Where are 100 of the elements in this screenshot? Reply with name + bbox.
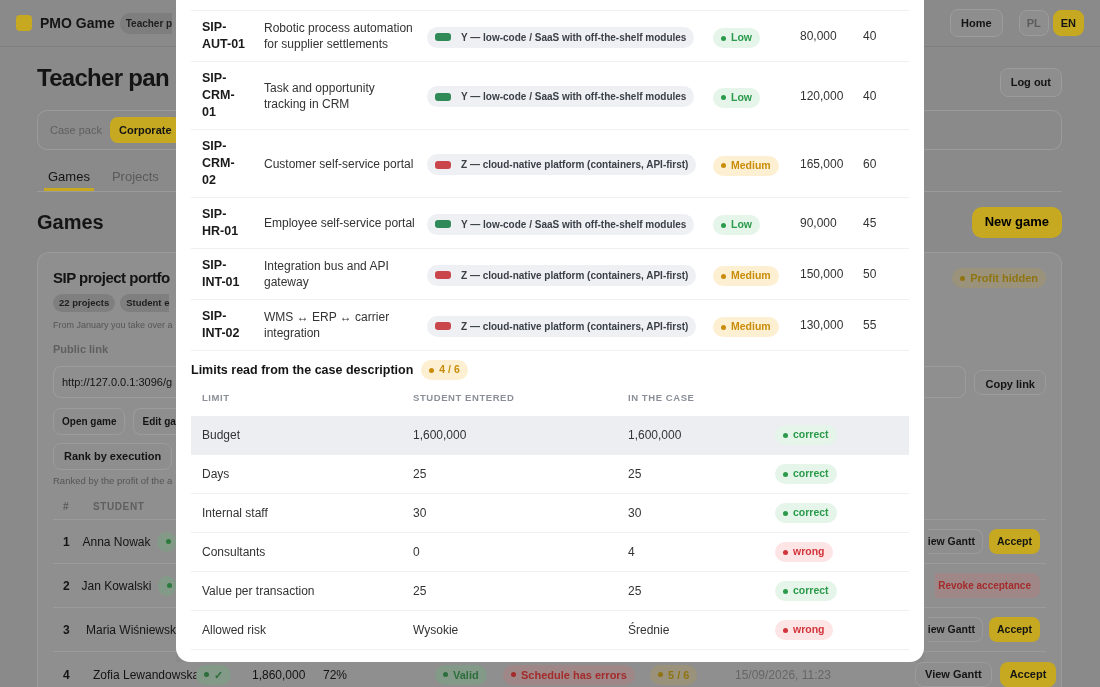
tab[interactable]: Games xyxy=(44,165,94,191)
project-name: Robotic process automation for supplier settlements xyxy=(264,20,414,52)
gantt-button[interactable]: View Gantt xyxy=(915,662,992,687)
table-cell: 25 xyxy=(413,467,427,481)
result-badge: correct xyxy=(775,464,837,485)
section-title: Limits read from the case description xyxy=(191,361,414,379)
result-badge: correct xyxy=(775,581,837,602)
status-pill: ✓ xyxy=(196,664,231,685)
action-button[interactable]: Edit ga xyxy=(133,408,176,435)
gantt-button[interactable]: iew Gantt xyxy=(927,617,983,642)
status-pill: Schedule has errors xyxy=(503,664,635,685)
game-title: SIP project portfo xyxy=(53,267,170,288)
result-badge: correct xyxy=(775,503,837,524)
technology-label: Z — cloud-native platform (containers, API-first) xyxy=(461,158,689,172)
table-cell: Allowed risk xyxy=(202,623,267,637)
risk-badge: Low xyxy=(713,28,760,49)
cost-cell: 80,000 xyxy=(800,29,837,43)
rank-cell: 4 xyxy=(63,667,70,682)
project-name: Task and opportunity tracking in CRM xyxy=(264,79,376,112)
table-cell: Days xyxy=(202,467,230,481)
cost-cell: 120,000 xyxy=(800,88,844,103)
days-cell: 50 xyxy=(863,267,877,281)
technology-label: Z — cloud-native platform (containers, API-first) xyxy=(461,268,689,283)
nav-button[interactable]: Home xyxy=(950,8,1003,38)
rank-cell-text: 3 xyxy=(62,621,71,639)
risk-badge: Medium xyxy=(713,317,779,338)
project-name: Employee self-service portal xyxy=(264,215,416,231)
table-cell: 1,600,000 xyxy=(413,428,467,442)
table-cell: 1,600,000 xyxy=(628,428,682,442)
student-name: Maria Wiśniewsk xyxy=(86,621,176,639)
table-cell: 0 xyxy=(413,545,420,559)
link-field[interactable] xyxy=(924,366,967,398)
risk-badge: Medium xyxy=(713,266,779,287)
project-name: Customer self-service portal xyxy=(264,155,415,172)
risk-badge: Medium xyxy=(713,155,779,176)
language-button[interactable]: EN xyxy=(1052,9,1084,37)
project-code: SIP-AUT-01 xyxy=(202,19,247,53)
project-code: SIP-CRM-02 xyxy=(202,138,236,189)
project-code: SIP-INT-02 xyxy=(202,308,241,342)
cost-cell: 165,000 xyxy=(800,156,844,171)
accept-button[interactable]: Accept xyxy=(989,529,1040,554)
table-cell: Internal staff xyxy=(202,506,268,520)
table-cell: Value per transaction xyxy=(202,584,315,598)
column-header: # xyxy=(62,499,71,514)
rank-button[interactable]: Rank by execution xyxy=(53,443,173,470)
cost-cell: 90,000 xyxy=(800,216,837,230)
risk-badge: Low xyxy=(713,215,760,236)
info-chip: 22 projects xyxy=(53,293,116,313)
table-cell: Wysokie xyxy=(413,623,459,637)
table-cell: Consultants xyxy=(202,545,266,559)
project-code: SIP-CRM-01 xyxy=(202,70,236,121)
result-badge: wrong xyxy=(775,620,833,641)
project-code: SIP-HR-01 xyxy=(202,206,240,240)
student-name: Jan Kowalski xyxy=(81,577,152,595)
status-badge: Profit hidden xyxy=(952,268,1046,288)
info-chip: Student e xyxy=(120,293,170,313)
table-cell: Średnie xyxy=(628,623,670,637)
student-name: Anna Nowak xyxy=(82,533,151,551)
gantt-button[interactable]: iew Gantt xyxy=(927,529,983,554)
table-cell: 4 xyxy=(628,545,635,559)
profit-cell: 1,860,000 xyxy=(252,667,306,682)
rank-cell-text: 2 xyxy=(62,577,71,595)
cost-cell: 130,000 xyxy=(800,318,844,332)
technology-label: Y — low-code / SaaS with off-the-shelf modules xyxy=(461,30,687,45)
table-cell: 25 xyxy=(413,584,427,598)
share-cell: 72% xyxy=(323,667,348,682)
project-name: Integration bus and API gateway xyxy=(264,258,390,290)
column-header: STUDENT ENTERED xyxy=(413,391,516,406)
cost-cell: 150,000 xyxy=(800,267,844,281)
status-pill: Valid xyxy=(435,664,487,685)
days-cell: 60 xyxy=(863,156,877,171)
table-cell: 25 xyxy=(628,584,642,598)
result-badge: correct xyxy=(775,425,837,446)
risk-badge: Low xyxy=(713,87,760,108)
column-header: LIMIT xyxy=(201,391,231,406)
case-pack-option[interactable]: Corporate xyxy=(110,116,176,144)
brand-name: PMO Game xyxy=(40,13,115,33)
days-cell: 45 xyxy=(863,216,877,230)
technology-label: Y — low-code / SaaS with off-the-shelf modules xyxy=(461,217,687,232)
status-pill: 5 / 6 xyxy=(650,664,698,685)
role-badge: Teacher p xyxy=(119,12,173,34)
new-game-button[interactable]: New game xyxy=(971,206,1062,238)
accept-button[interactable]: Accept xyxy=(989,617,1040,642)
table-cell: 30 xyxy=(628,506,642,520)
table-cell: 25 xyxy=(628,467,642,481)
logout-button[interactable]: Log out xyxy=(999,68,1062,97)
rank-cell-text: 1 xyxy=(62,533,71,551)
table-cell: 30 xyxy=(413,506,427,520)
accept-button[interactable]: Accept xyxy=(999,662,1057,687)
section-title: Games xyxy=(37,210,104,234)
project-code: SIP-INT-01 xyxy=(202,257,241,291)
technology-label: Z — cloud-native platform (containers, API-first) xyxy=(461,319,689,334)
days-cell: 40 xyxy=(863,88,877,103)
days-cell: 55 xyxy=(863,318,877,332)
technology-label: Y — low-code / SaaS with off-the-shelf modules xyxy=(461,90,687,104)
score-badge: 4 / 6 xyxy=(421,360,468,380)
days-cell: 40 xyxy=(863,29,877,43)
copy-link-button[interactable]: Copy link xyxy=(974,369,1046,395)
project-name: WMS ↔ ERP ↔ carrier integration xyxy=(264,309,391,341)
action-button[interactable]: Open game xyxy=(53,408,126,435)
